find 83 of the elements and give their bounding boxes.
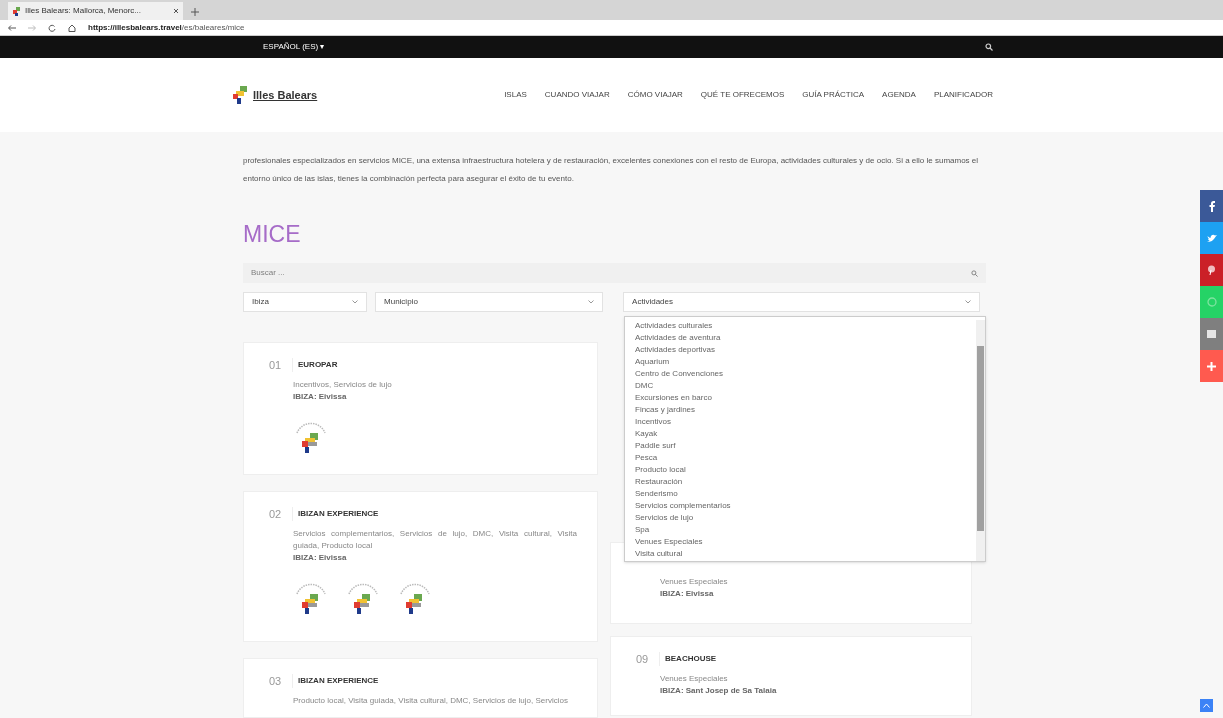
new-tab-icon[interactable] [191, 8, 199, 16]
page-title: MICE [243, 220, 302, 248]
share-button[interactable] [1200, 318, 1223, 350]
listing-card[interactable]: 03 IBIZAN EXPERIENCE Producto local, Visita guiada, Visita cultural, DMC, Servicios de lujo, Servicios [243, 658, 598, 718]
dropdown-option[interactable]: Servicios de lujo [635, 512, 976, 524]
dropdown-option[interactable]: Fincas y jardines [635, 404, 976, 416]
dropdown-option[interactable]: Aquarium [635, 356, 976, 368]
nav-link[interactable]: CUANDO VIAJAR [544, 89, 610, 101]
scroll-top-button[interactable] [1200, 699, 1213, 712]
dropdown-option[interactable]: Servicios complementarios [635, 500, 976, 512]
dropdown-option[interactable]: Senderismo [635, 488, 976, 500]
chat-icon [1206, 297, 1217, 307]
filter-select[interactable]: Ibiza [243, 292, 368, 312]
arrow-up-icon [1203, 703, 1210, 708]
card-location: IBIZA: Eivissa [293, 551, 348, 564]
card-location: IBIZA: Eivissa [293, 390, 348, 403]
chevron-down-icon [352, 300, 359, 304]
dropdown-option[interactable]: Excursiones en barco [635, 392, 976, 404]
search-input[interactable]: Buscar ... [251, 267, 971, 279]
facebook-icon [1208, 200, 1215, 212]
chevron-down-icon [588, 300, 595, 304]
share-button[interactable] [1200, 190, 1223, 222]
language-selector[interactable]: ESPAÑOL (ES) ▾ [263, 41, 325, 53]
tab-title: Illes Balears: Mallorca, Menorc... [25, 5, 142, 17]
email-icon [1207, 330, 1216, 338]
card-number: 01 [269, 358, 283, 373]
card-tags: Incentivos, Servicios de lujo [293, 378, 577, 391]
card-tags: Venues Especiales [660, 672, 951, 685]
pin-icon [1207, 265, 1216, 275]
dropdown-option[interactable]: Incentivos [635, 416, 976, 428]
card-title: BEACHOUSE [665, 653, 717, 666]
reload-icon[interactable] [48, 23, 56, 32]
dropdown-option[interactable]: DMC [635, 380, 976, 392]
share-button[interactable] [1200, 350, 1223, 382]
card-tags: Venues Especiales [660, 576, 951, 588]
address-field[interactable]: https://illesbalears.travel/es/baleares/mice [88, 21, 245, 34]
listing-card[interactable]: 09 BEACHOUSE Venues Especiales IBIZA: Sant Josep de Sa Talaia [610, 636, 972, 716]
nav-link[interactable]: GUÍA PRÁCTICA [802, 89, 865, 101]
nav-link[interactable]: AGENDA [882, 89, 916, 101]
intro-paragraph: profesionales especializados en servicios MICE, una extensa infraestructura hotelera y de restauración, excelentes conexiones con el resto de Europa, actividades culturales y de ocio. Si a ello le sumamos el entorno único de las islas, tienes la combinación perfecta para asegurar el éxito de tu evento. [243, 155, 980, 185]
dropdown-option[interactable]: Restauración [635, 476, 976, 488]
logo-icon [233, 86, 249, 104]
share-button[interactable] [1200, 222, 1223, 254]
dropdown-option[interactable]: Spa [635, 524, 976, 536]
chevron-down-icon [965, 300, 971, 304]
card-tags: Producto local, Visita guiada, Visita cultural, DMC, Servicios de lujo, Servicios [293, 694, 577, 707]
card-title: IBIZAN EXPERIENCE [298, 675, 379, 688]
close-icon[interactable] [173, 8, 179, 14]
card-number: 03 [269, 674, 283, 689]
listing-card[interactable]: 02 IBIZAN EXPERIENCE Servicios complementarios, Servicios de lujo, DMC, Visita cultural, Visita guiada, Producto local IBIZA: Eivissa [243, 491, 598, 642]
logo-text[interactable]: Illes Balears [253, 86, 318, 104]
dropdown-option[interactable]: Producto local [635, 464, 976, 476]
nav-link[interactable]: PLANIFICADOR [933, 89, 993, 101]
card-location: IBIZA: Sant Josep de Sa Talaia [660, 684, 778, 697]
browser-tab[interactable]: Illes Balears: Mallorca, Menorc... [8, 2, 183, 20]
plus-icon [1207, 361, 1216, 371]
nav-link[interactable]: QUÉ TE OFRECEMOS [700, 89, 785, 101]
listing-card[interactable]: 01 EUROPAR Incentivos, Servicios de lujo IBIZA: Eivissa [243, 342, 598, 475]
card-number: 09 [636, 652, 650, 667]
dropdown-option[interactable]: Centro de Convenciones [635, 368, 976, 380]
dropdown-option[interactable]: Actividades culturales [635, 320, 976, 332]
nav-link[interactable]: ISLAS [504, 89, 527, 101]
card-title: IBIZAN EXPERIENCE [298, 508, 379, 521]
share-button[interactable] [1200, 254, 1223, 286]
favicon-icon [12, 6, 21, 16]
card-location: IBIZA: Eivissa [660, 588, 715, 600]
dropdown-option[interactable]: Actividades deportivas [635, 344, 976, 356]
scrollbar[interactable] [976, 320, 985, 561]
search-field[interactable]: Buscar ... [243, 263, 986, 283]
dropdown-option[interactable]: Paddle surf [635, 440, 976, 452]
filter-select[interactable]: Municipio [375, 292, 604, 312]
search-icon[interactable] [985, 43, 993, 51]
nav-link[interactable]: CÓMO VIAJAR [627, 89, 683, 101]
dropdown-option[interactable]: Pesca [635, 452, 976, 464]
dropdown-option[interactable]: Kayak [635, 428, 976, 440]
bird-icon [1206, 233, 1217, 243]
home-icon[interactable] [68, 23, 76, 32]
filter-select[interactable]: Actividades [623, 292, 980, 312]
back-icon[interactable] [8, 24, 16, 31]
card-tags: Servicios complementarios, Servicios de lujo, DMC, Visita cultural, Visita guiada, Producto local [293, 527, 577, 552]
card-number: 02 [269, 507, 283, 522]
dropdown-option[interactable]: Actividades de aventura [635, 332, 976, 344]
card-title: EUROPAR [298, 359, 338, 372]
